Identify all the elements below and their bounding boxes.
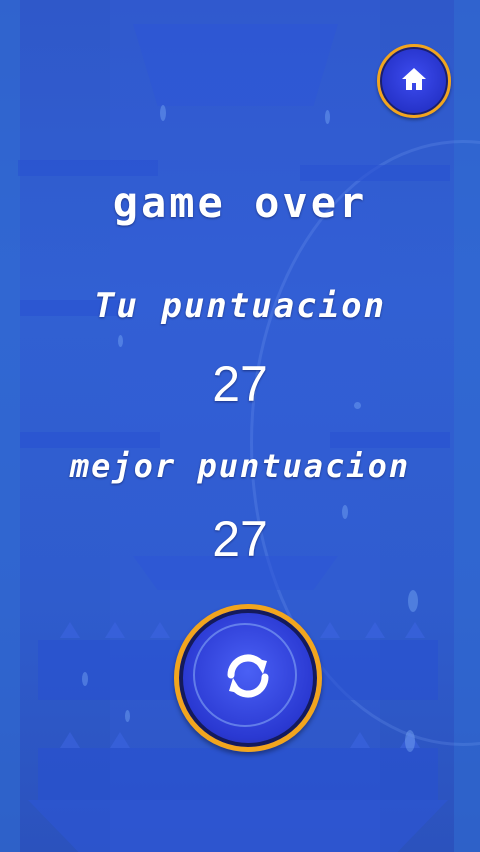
home-icon xyxy=(400,66,428,96)
current-score-label: Tu puntuacion xyxy=(93,286,387,326)
restart-button-ring xyxy=(193,623,297,727)
game-over-title: game over xyxy=(112,178,368,227)
current-score-value: 27 xyxy=(212,356,268,412)
bubble xyxy=(405,730,415,752)
spike xyxy=(365,622,385,638)
spike xyxy=(60,732,80,748)
platform xyxy=(330,432,450,448)
platform xyxy=(28,800,448,852)
spike xyxy=(350,732,370,748)
spike xyxy=(105,622,125,638)
best-score-value: 27 xyxy=(212,511,268,567)
bubble xyxy=(408,590,418,612)
spike xyxy=(320,622,340,638)
platform xyxy=(133,24,338,106)
left-pillar xyxy=(0,0,20,852)
spike xyxy=(150,622,170,638)
spike xyxy=(405,622,425,638)
best-score-label: mejor puntuacion xyxy=(69,447,411,485)
restart-button[interactable] xyxy=(174,604,322,752)
bubble xyxy=(118,335,123,347)
platform xyxy=(18,160,158,176)
platform xyxy=(38,748,438,800)
bubble xyxy=(325,110,330,124)
spike xyxy=(60,622,80,638)
bubble xyxy=(160,105,166,121)
platform xyxy=(20,432,160,448)
bubble xyxy=(125,710,130,722)
home-button[interactable] xyxy=(377,44,451,118)
bubble xyxy=(82,672,88,686)
spike xyxy=(110,732,130,748)
